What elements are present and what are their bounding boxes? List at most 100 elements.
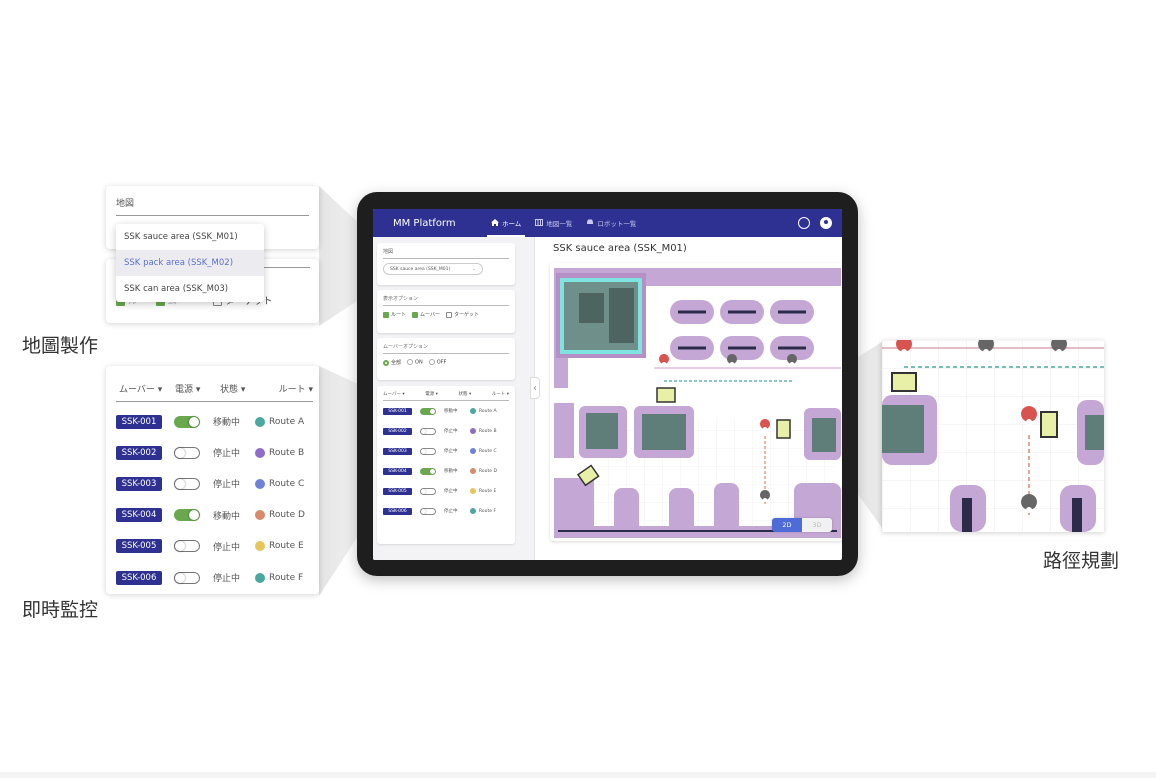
map-select-value: SSK sauce area (SSK_M01) xyxy=(390,266,451,272)
mini-mover-status: 停止中 xyxy=(444,509,458,514)
mini-power-toggle[interactable] xyxy=(420,447,436,455)
target-option[interactable]: ターゲット xyxy=(445,311,479,318)
mini-mover-row[interactable]: SSK-002 停止中 Route B xyxy=(383,421,509,441)
mover-route: Route C xyxy=(269,478,305,489)
col-power[interactable]: 電源 ▾ xyxy=(175,382,220,395)
power-toggle[interactable] xyxy=(174,477,200,490)
display-options-card: 表示オプション ルート ムーバー ターゲット xyxy=(377,290,515,333)
mini-route-dot xyxy=(470,508,476,514)
tablet-device: MM Platform ホーム 地図一覧 ロボット一覧 地図 SSK sauce… xyxy=(357,192,858,576)
mini-col-mover[interactable]: ムーバー ▾ xyxy=(383,391,405,397)
mini-mover-status: 移動中 xyxy=(444,469,458,474)
tablet-screen: MM Platform ホーム 地図一覧 ロボット一覧 地図 SSK sauce… xyxy=(373,209,842,560)
home-icon xyxy=(491,218,499,228)
option-on[interactable]: ON xyxy=(407,359,423,366)
option-all[interactable]: 全部 xyxy=(383,359,401,366)
bottom-band xyxy=(0,772,1156,778)
mini-mover-route: Route C xyxy=(479,448,497,454)
app-body: 地図 SSK sauce area (SSK_M01) ⌄ 表示オプション ルー… xyxy=(373,237,842,560)
mini-mover-row[interactable]: SSK-006 停止中 Route F xyxy=(383,501,509,521)
mini-power-toggle[interactable] xyxy=(420,407,436,415)
mini-mover-status: 停止中 xyxy=(444,429,458,434)
tab-maps[interactable]: 地図一覧 xyxy=(535,209,572,237)
mover-id-badge: SSK-001 xyxy=(116,414,162,429)
route-color-dot xyxy=(255,541,265,552)
tab-home[interactable]: ホーム xyxy=(486,209,526,237)
mini-mover-route: Route E xyxy=(479,488,497,494)
mode-3d-button[interactable]: 3D xyxy=(802,518,832,532)
globe-icon[interactable] xyxy=(798,217,810,229)
mini-mover-status: 停止中 xyxy=(444,489,458,494)
route-option[interactable]: ルート xyxy=(383,311,406,318)
mover-id-badge: SSK-004 xyxy=(116,508,162,523)
power-toggle[interactable] xyxy=(174,415,200,428)
mover-row[interactable]: SSK-001 移動中 Route A xyxy=(116,406,313,437)
mover-table-card: ムーバー ▾ 電源 ▾ 状態 ▾ ルート ▾ SSK-001 移動中 Route A… xyxy=(377,386,515,544)
mover-row[interactable]: SSK-002 停止中 Route B xyxy=(116,437,313,468)
mover-option[interactable]: ムーバー xyxy=(412,311,440,318)
route-zoom-callout xyxy=(882,340,1104,532)
power-toggle[interactable] xyxy=(174,446,200,459)
mover-table-header: ムーバー ▾ 電源 ▾ 状態 ▾ ルート ▾ xyxy=(383,391,509,401)
mini-col-power[interactable]: 電源 ▾ xyxy=(425,391,438,397)
map-panel: SSK sauce area (SSK_M01) 2D 3D xyxy=(536,237,842,560)
power-toggle[interactable] xyxy=(174,540,200,553)
map-select[interactable]: SSK sauce area (SSK_M01) ⌄ xyxy=(383,263,483,275)
map-canvas[interactable]: 2D 3D xyxy=(550,263,842,541)
mode-2d-button[interactable]: 2D xyxy=(772,518,802,532)
mini-col-status[interactable]: 状態 ▾ xyxy=(459,391,472,397)
mover-options: 全部 ON OFF xyxy=(383,359,509,366)
mover-row[interactable]: SSK-006 停止中 Route F xyxy=(116,562,313,593)
route-zoom-map xyxy=(882,340,1104,532)
mini-mover-id: SSK-002 xyxy=(383,427,412,435)
mover-row[interactable]: SSK-005 停止中 Route E xyxy=(116,531,313,562)
col-status[interactable]: 状態 ▾ xyxy=(220,382,268,395)
mini-route-dot xyxy=(470,468,476,474)
mover-route: Route F xyxy=(269,572,304,583)
mini-power-toggle[interactable] xyxy=(420,507,436,515)
tab-robots[interactable]: ロボット一覧 xyxy=(586,209,636,237)
mini-mover-id: SSK-001 xyxy=(383,407,412,415)
option-off[interactable]: OFF xyxy=(428,359,446,366)
mini-mover-row[interactable]: SSK-004 移動中 Route D xyxy=(383,461,509,481)
dropdown-item-ssk-m02[interactable]: SSK pack area (SSK_M02) xyxy=(116,250,264,276)
mini-mover-row[interactable]: SSK-001 移動中 Route A xyxy=(383,401,509,421)
mini-mover-row[interactable]: SSK-003 停止中 Route C xyxy=(383,441,509,461)
route-color-dot xyxy=(255,478,265,489)
map-icon xyxy=(535,218,544,228)
tab-maps-label: 地図一覧 xyxy=(546,220,573,228)
mover-status: 停止中 xyxy=(213,574,241,584)
col-mover[interactable]: ムーバー ▾ xyxy=(116,382,175,395)
mover-id-badge: SSK-003 xyxy=(116,476,162,491)
dropdown-item-ssk-m03[interactable]: SSK can area (SSK_M03) xyxy=(116,276,264,302)
display-options: ルート ムーバー ターゲット xyxy=(383,311,509,318)
mini-route-dot xyxy=(470,488,476,494)
mini-mover-id: SSK-006 xyxy=(383,507,412,515)
options-underline xyxy=(264,267,310,268)
mini-col-route[interactable]: ルート ▾ xyxy=(492,391,509,397)
caption-map-making: 地圖製作 xyxy=(22,335,99,357)
col-route[interactable]: ルート ▾ xyxy=(268,382,313,395)
mover-status: 停止中 xyxy=(213,449,241,460)
mover-route: Route D xyxy=(269,510,305,521)
account-icon[interactable] xyxy=(820,217,832,229)
mini-mover-route: Route B xyxy=(479,428,497,434)
mini-power-toggle[interactable] xyxy=(420,487,436,495)
appbar-actions xyxy=(798,217,832,229)
power-toggle[interactable] xyxy=(174,509,200,522)
mini-power-toggle[interactable] xyxy=(420,427,436,435)
mini-mover-route: Route D xyxy=(479,468,497,474)
mover-row[interactable]: SSK-003 停止中 Route C xyxy=(116,468,313,499)
dropdown-item-ssk-m01[interactable]: SSK sauce area (SSK_M01) xyxy=(116,224,264,250)
mini-power-toggle[interactable] xyxy=(420,467,436,475)
mini-mover-row[interactable]: SSK-005 停止中 Route E xyxy=(383,481,509,501)
mini-route-dot xyxy=(470,428,476,434)
caption-route-planning: 路徑規劃 xyxy=(1043,550,1120,572)
mover-status: 移動中 xyxy=(213,418,241,428)
app-bar: MM Platform ホーム 地図一覧 ロボット一覧 xyxy=(373,209,842,237)
chevron-down-icon: ⌄ xyxy=(472,266,476,272)
mini-mover-route: Route F xyxy=(479,508,497,514)
power-toggle[interactable] xyxy=(174,571,200,584)
mover-row[interactable]: SSK-004 移動中 Route D xyxy=(116,500,313,531)
route-color-dot xyxy=(255,416,265,427)
